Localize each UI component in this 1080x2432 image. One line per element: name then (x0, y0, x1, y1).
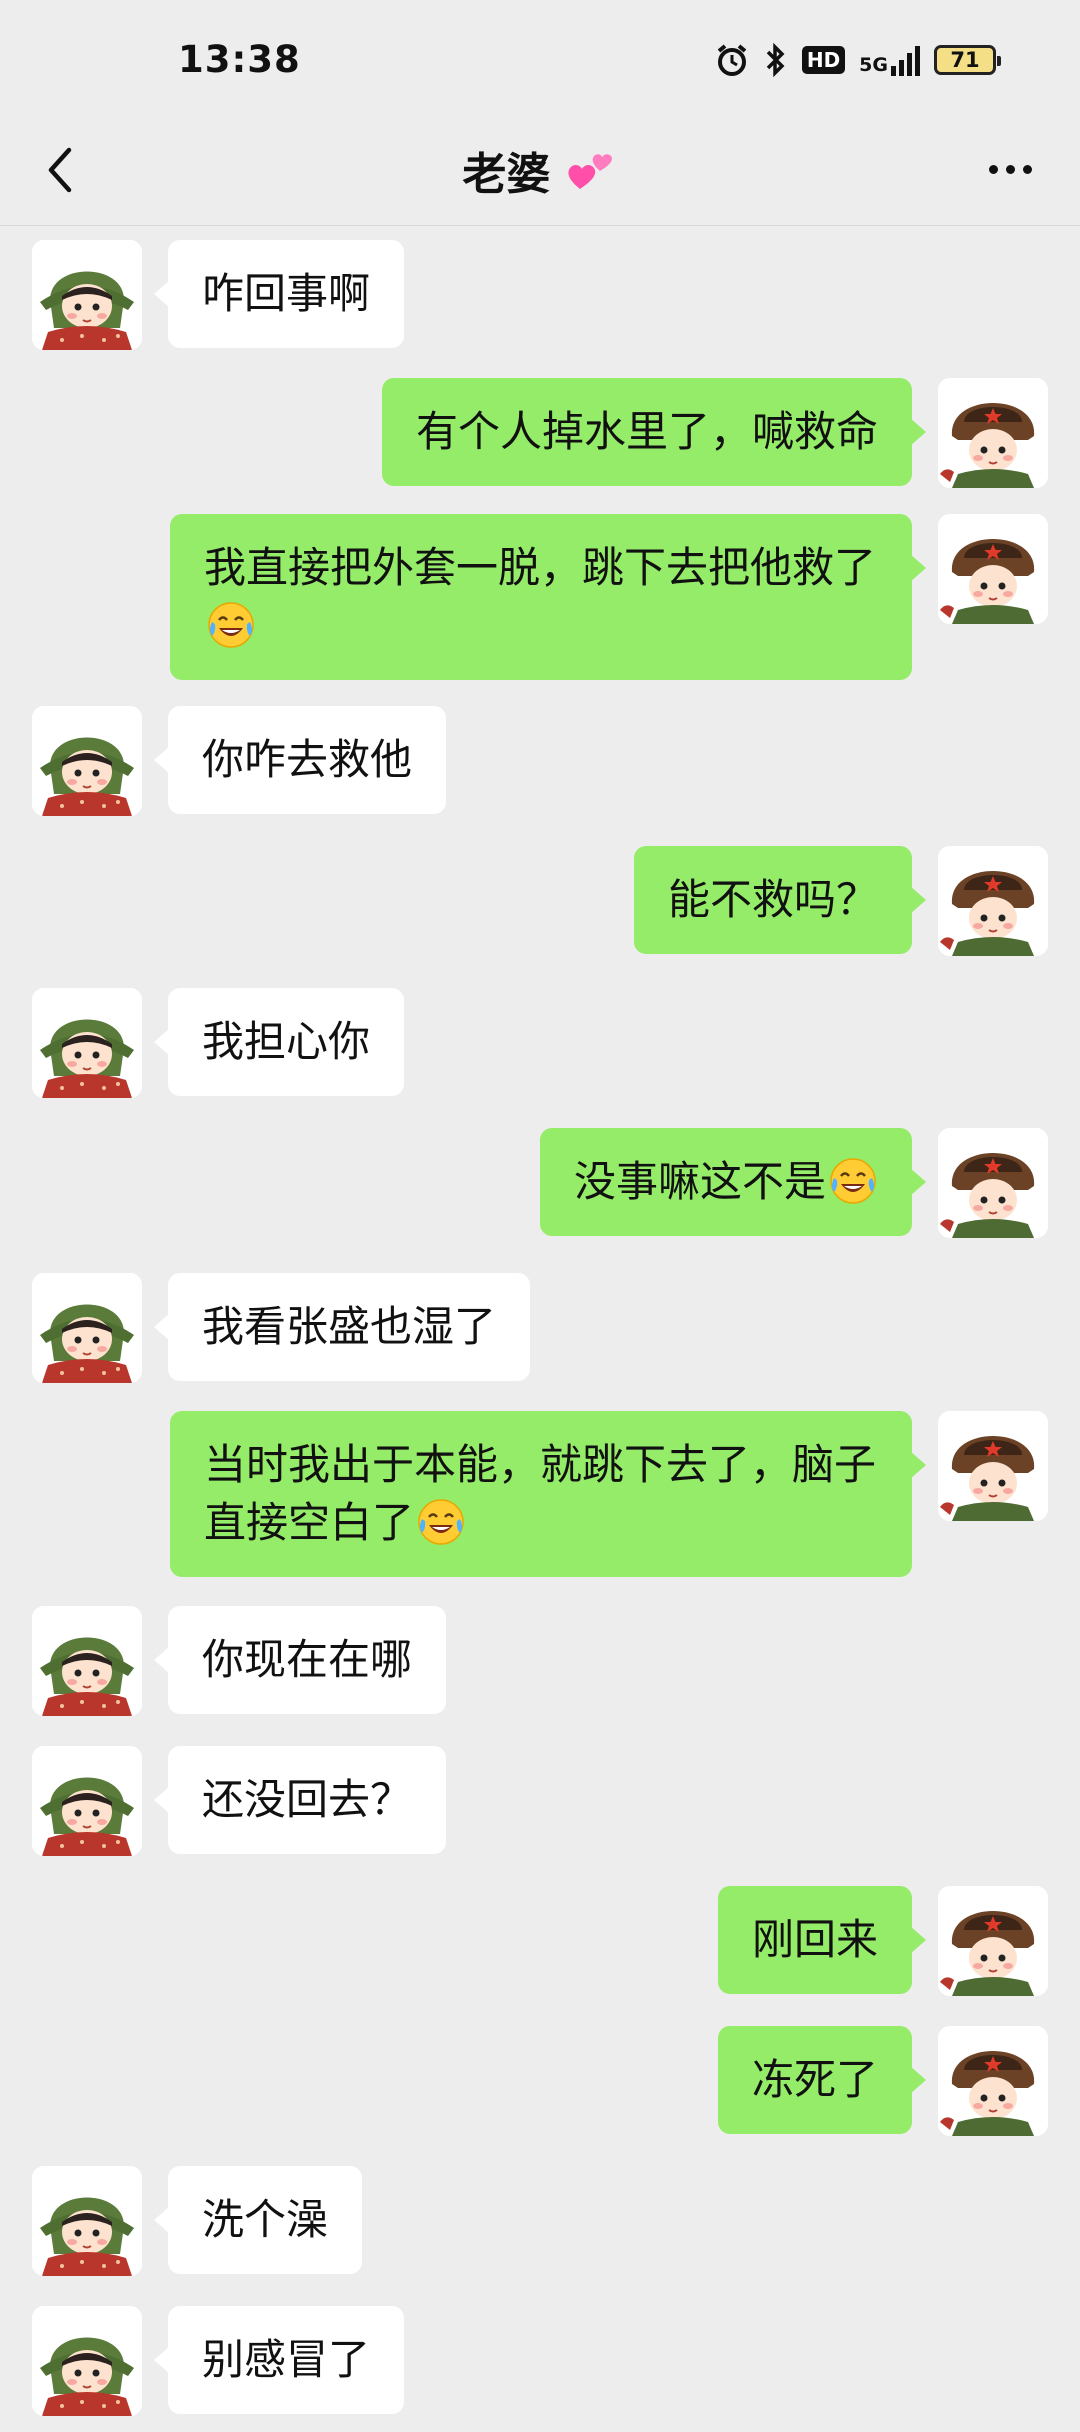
received-bubble[interactable]: 我看张盛也湿了 (153, 1273, 531, 1381)
received-bubble[interactable]: 你现在在哪 (153, 1606, 447, 1714)
contact-avatar[interactable] (32, 2306, 142, 2416)
more-dot-icon (1022, 164, 1032, 174)
sent-bubble[interactable]: 有个人掉水里了，喊救命 (381, 378, 927, 486)
message-text: 我直接把外套一脱，跳下去把他救了 (204, 543, 877, 592)
sent-bubble[interactable]: 我直接把外套一脱，跳下去把他救了 (170, 514, 926, 680)
contact-avatar[interactable] (32, 988, 142, 1098)
contact-name: 老婆 (462, 149, 551, 200)
my-avatar[interactable] (938, 378, 1048, 488)
received-bubble[interactable]: 你咋去救他 (153, 706, 447, 814)
sent-bubble[interactable]: 能不救吗？ (633, 846, 927, 954)
received-bubble[interactable]: 别感冒了 (153, 2306, 405, 2414)
crying-laughing-emoji-icon (416, 1497, 466, 1547)
my-avatar[interactable] (938, 1128, 1048, 1238)
received-bubble[interactable]: 洗个澡 (153, 2166, 363, 2274)
status-icons: HD 5G 71 (714, 38, 1001, 82)
alarm-icon (714, 42, 750, 78)
received-bubble[interactable]: 我担心你 (153, 988, 405, 1096)
more-options-button[interactable] (970, 134, 1050, 204)
contact-avatar[interactable] (32, 2166, 142, 2276)
status-bar: 13:38 HD 5G 71 (0, 0, 1080, 120)
my-avatar[interactable] (938, 846, 1048, 956)
sent-bubble[interactable]: 没事嘛这不是 (539, 1128, 927, 1236)
hd-badge: HD (801, 46, 846, 74)
crying-laughing-emoji-icon (206, 600, 256, 650)
two-hearts-icon (568, 154, 612, 189)
chat-title: 老婆 (0, 138, 1080, 202)
signal-icon: 5G (859, 44, 920, 76)
network-type: 5G (859, 54, 888, 76)
contact-avatar[interactable] (32, 706, 142, 816)
my-avatar[interactable] (938, 1411, 1048, 1521)
crying-laughing-emoji-icon (828, 1156, 878, 1206)
more-dot-icon (988, 164, 998, 174)
battery-icon: 71 (934, 45, 1001, 75)
bluetooth-icon (764, 42, 788, 78)
sent-bubble[interactable]: 当时我出于本能，就跳下去了，脑子直接空白了 (170, 1411, 926, 1577)
my-avatar[interactable] (938, 1886, 1048, 1996)
received-bubble[interactable]: 咋回事啊 (153, 240, 405, 348)
status-time: 13:38 (178, 38, 301, 81)
contact-avatar[interactable] (32, 1273, 142, 1383)
contact-avatar[interactable] (32, 1746, 142, 1856)
contact-avatar[interactable] (32, 1606, 142, 1716)
sent-bubble[interactable]: 刚回来 (717, 1886, 927, 1994)
chat-message-list[interactable]: 咋回事啊 有个人掉水里了，喊救命 我直接把外套一脱，跳下去把他救了 你咋去救他 … (0, 228, 1080, 2432)
contact-avatar[interactable] (32, 240, 142, 350)
message-text: 没事嘛这不是 (573, 1157, 826, 1206)
battery-level: 71 (950, 48, 980, 72)
sent-bubble[interactable]: 冻死了 (717, 2026, 927, 2134)
my-avatar[interactable] (938, 514, 1048, 624)
received-bubble[interactable]: 还没回去？ (153, 1746, 447, 1854)
message-text: 当时我出于本能，就跳下去了，脑子直接空白了 (204, 1440, 877, 1547)
my-avatar[interactable] (938, 2026, 1048, 2136)
more-dot-icon (1005, 164, 1015, 174)
chat-header: 老婆 (0, 120, 1080, 226)
